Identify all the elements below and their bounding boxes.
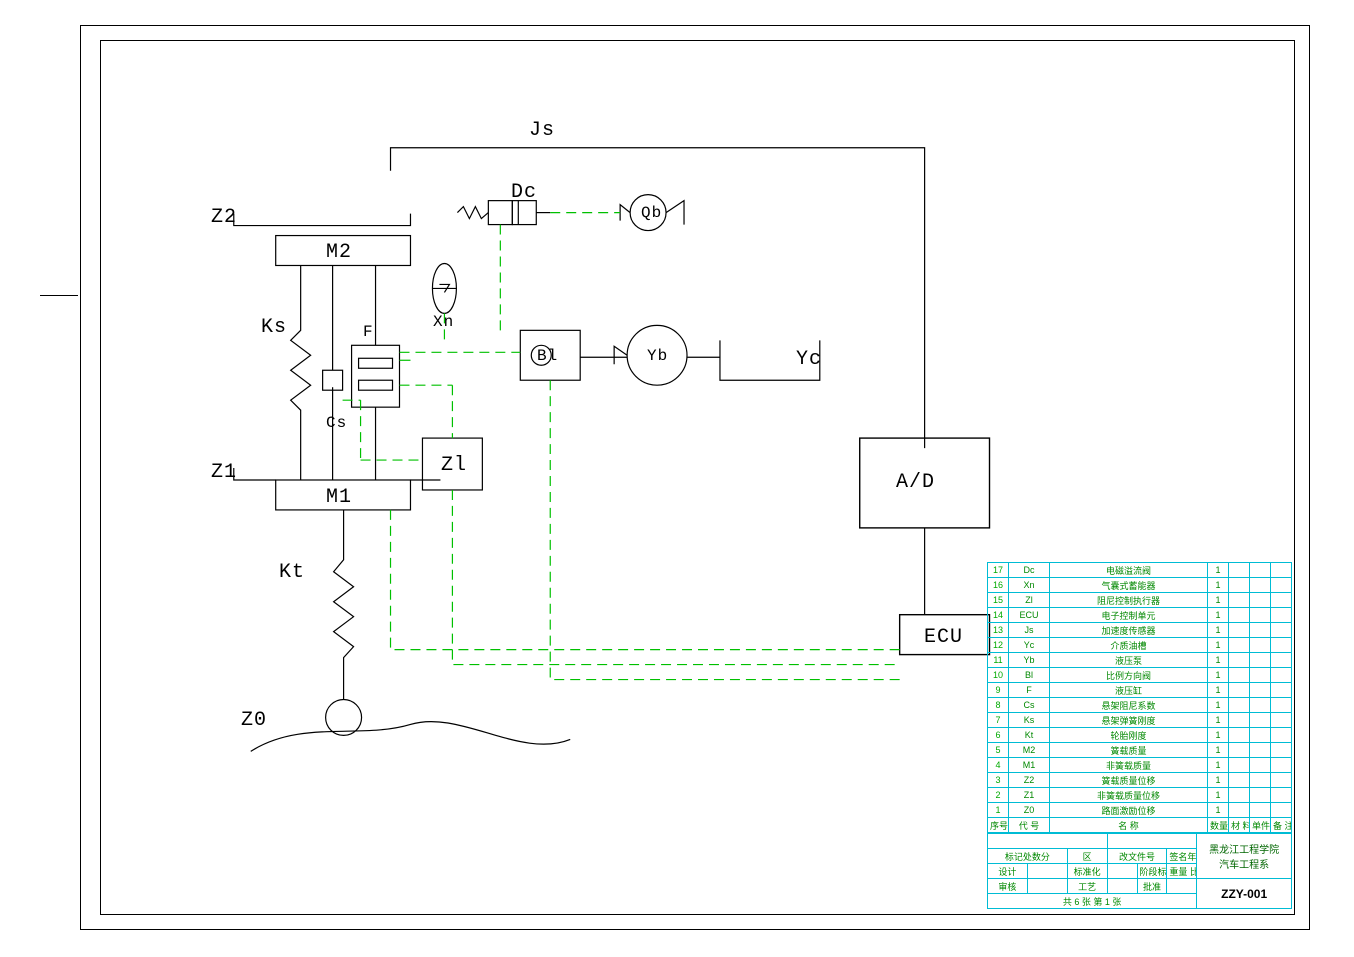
bom-table: 17Dc电磁溢流阀116Xn气囊式蓄能器115Zl阻尼控制执行器114ECU电子…	[987, 562, 1292, 833]
label-m2: M2	[326, 241, 352, 264]
label-m1: M1	[326, 486, 352, 509]
label-ecu: ECU	[924, 626, 963, 649]
label-dc: Dc	[511, 181, 537, 204]
bom-row: 16Xn气囊式蓄能器1	[988, 578, 1292, 593]
label-f: F	[363, 323, 374, 341]
label-kt: Kt	[279, 561, 305, 584]
bom-row: 8Cs悬架阻尼系数1	[988, 698, 1292, 713]
org-line1: 黑龙江工程学院	[1209, 845, 1279, 856]
label-yc: Yc	[796, 348, 822, 371]
label-z0: Z0	[241, 709, 267, 732]
bom-header: 序号 代 号 名 称 数量 材 料 单件总计 重量 备 注	[988, 818, 1292, 833]
label-ks: Ks	[261, 316, 287, 339]
bom-row: 3Z2簧载质量位移1	[988, 773, 1292, 788]
bom-row: 17Dc电磁溢流阀1	[988, 563, 1292, 578]
label-ad: A/D	[896, 471, 935, 494]
drawing-code: ZZY-001	[1197, 879, 1292, 909]
bom-row: 4M1非簧载质量1	[988, 758, 1292, 773]
label-xn: Xn	[433, 313, 454, 331]
bom-row: 2Z1非簧载质量位移1	[988, 788, 1292, 803]
label-cs: Cs	[326, 414, 347, 432]
bom-row: 13Js加速度传感器1	[988, 623, 1292, 638]
bom-row: 6Kt轮胎刚度1	[988, 728, 1292, 743]
bom-row: 5M2簧载质量1	[988, 743, 1292, 758]
bom-row: 10Bl比例方向阀1	[988, 668, 1292, 683]
bom-row: 14ECU电子控制单元1	[988, 608, 1292, 623]
label-bl: Bl	[537, 347, 558, 365]
label-z1: Z1	[211, 461, 237, 484]
title-block: 17Dc电磁溢流阀116Xn气囊式蓄能器115Zl阻尼控制执行器114ECU电子…	[987, 562, 1292, 912]
bom-row: 7Ks悬架弹簧刚度1	[988, 713, 1292, 728]
bom-row: 1Z0路面激励位移1	[988, 803, 1292, 818]
label-qb: Qb	[641, 204, 662, 222]
label-zl: Zl	[441, 454, 467, 477]
label-z2: Z2	[211, 206, 237, 229]
title-block-lower: 黑龙江工程学院 汽车工程系 标记处数分 区 改文件号 签名年.月.日 设计 标准…	[987, 833, 1292, 909]
label-js: Js	[529, 119, 555, 142]
label-yb: Yb	[647, 347, 668, 365]
bom-row: 15Zl阻尼控制执行器1	[988, 593, 1292, 608]
bom-row: 9F液压缸1	[988, 683, 1292, 698]
bom-row: 11Yb液压泵1	[988, 653, 1292, 668]
org-line2: 汽车工程系	[1219, 860, 1269, 871]
bom-row: 12Yc介质油槽1	[988, 638, 1292, 653]
